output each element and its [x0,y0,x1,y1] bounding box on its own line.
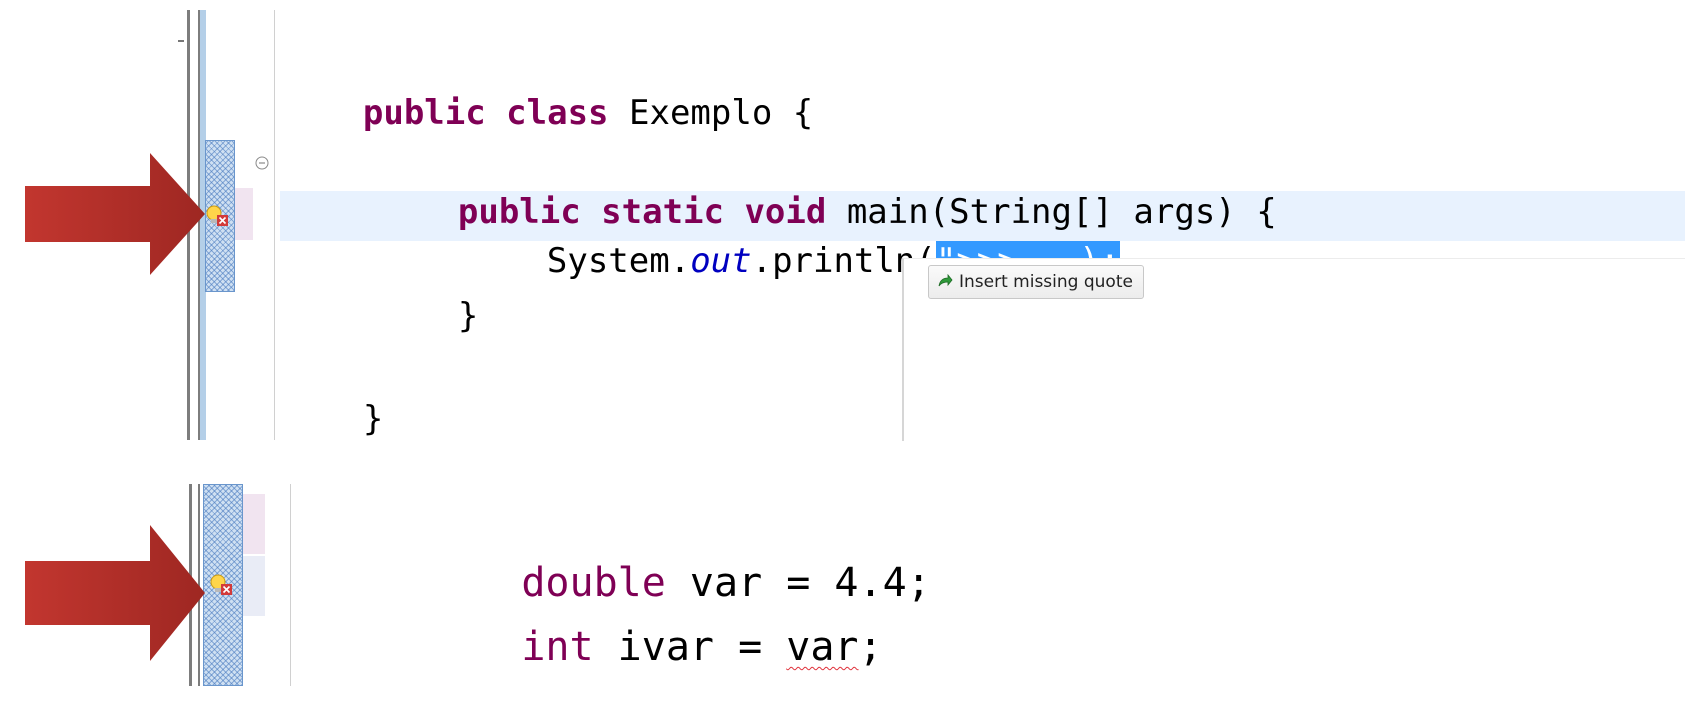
lightbulb-error-icon[interactable] [210,574,232,596]
class-name: Exemplo { [608,93,814,133]
ruler-tick [178,40,184,42]
system-class: System. [546,241,691,281]
code-line-close-method: } [376,247,478,385]
error-line-band [235,188,253,240]
int-ivar-mid: ivar = [593,624,787,670]
keyword-int: int [521,624,594,670]
quick-fix-popup: Insert missing quote [902,258,1685,441]
bottom-error-band-1 [243,494,265,554]
editor-left-border [274,10,275,440]
error-var-reference[interactable]: var [786,624,858,670]
int-ivar-end: ; [858,624,883,670]
keyword-public-class: public class [362,93,609,133]
red-annotation-arrow-bottom [25,525,205,661]
closing-brace-method: } [457,296,479,336]
red-annotation-arrow [25,153,205,275]
bottom-error-band-2 [243,556,265,616]
insert-missing-quote-button[interactable]: Insert missing quote [928,265,1144,299]
collapse-circle-icon[interactable] [255,156,269,170]
code-line-int-ivar[interactable]: int ivar = var; [425,566,883,728]
out-field: out [690,241,752,281]
code-line-close-class: } [281,350,383,488]
quick-fix-label: Insert missing quote [959,272,1133,292]
lightbulb-error-icon[interactable] [206,205,228,227]
closing-brace-class: } [362,399,384,439]
green-arrow-quickfix-icon [938,274,953,287]
bottom-editor-left-border [290,484,291,686]
